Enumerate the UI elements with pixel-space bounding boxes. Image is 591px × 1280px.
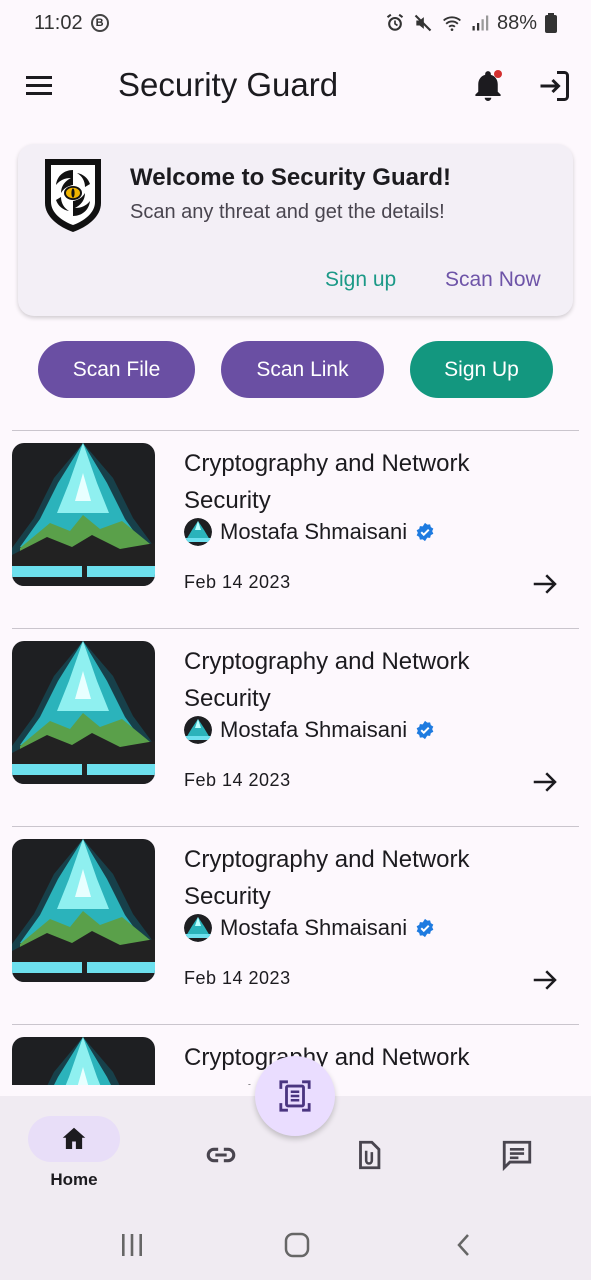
author-name: Mostafa Shmaisani	[220, 915, 408, 940]
article-list-item[interactable]: Cryptography and Network Security Mostaf…	[12, 826, 579, 1024]
app-bar: Security Guard	[0, 52, 591, 120]
article-date: Feb 14 2023	[184, 572, 291, 592]
menu-button[interactable]	[24, 72, 56, 100]
author-avatar	[184, 518, 212, 546]
status-right: 88%	[385, 12, 557, 35]
mute-icon	[414, 14, 432, 32]
verified-icon	[416, 918, 434, 938]
sign-up-button[interactable]: Sign Up	[410, 341, 553, 398]
verified-icon	[416, 522, 434, 542]
back-icon[interactable]	[451, 1232, 477, 1258]
status-bar: 11:02 B 88%	[0, 0, 591, 46]
article-author: Mostafa Shmaisani	[184, 716, 435, 744]
author-avatar	[184, 716, 212, 744]
verified-icon	[416, 720, 434, 740]
author-name: Mostafa Shmaisani	[220, 519, 408, 544]
scan-file-button[interactable]: Scan File	[38, 341, 195, 398]
home-nav-icon[interactable]	[284, 1232, 310, 1258]
logout-button[interactable]	[536, 68, 572, 104]
arrow-right-icon	[533, 574, 557, 594]
article-list: Cryptography and Network Security Mostaf…	[0, 430, 591, 1085]
nav-link-button[interactable]	[204, 1138, 238, 1172]
article-list-item[interactable]: Cryptography and Network Security Mostaf…	[12, 430, 579, 628]
nav-home-button[interactable]	[28, 1116, 120, 1162]
nav-home-label[interactable]: Home	[28, 1170, 120, 1190]
page-title: Security Guard	[118, 66, 339, 103]
article-thumbnail	[12, 443, 155, 586]
article-author: Mostafa Shmaisani	[184, 914, 435, 942]
author-avatar	[184, 914, 212, 942]
author-name: Mostafa Shmaisani	[220, 717, 408, 742]
card-scan-now-button[interactable]: Scan Now	[445, 268, 541, 292]
article-date: Feb 14 2023	[184, 770, 291, 790]
shield-logo-icon	[45, 159, 101, 232]
article-title[interactable]: Cryptography and Network Security	[184, 1039, 524, 1085]
system-navigation-bar	[0, 1210, 591, 1280]
notifications-button[interactable]	[470, 68, 506, 104]
article-date: Feb 14 2023	[184, 968, 291, 988]
link-icon	[206, 1147, 236, 1163]
document-scanner-icon	[279, 1080, 311, 1112]
recent-apps-icon[interactable]	[119, 1232, 145, 1258]
status-left: 11:02 B	[34, 12, 109, 35]
card-sign-up-button[interactable]: Sign up	[325, 268, 396, 292]
welcome-subtitle: Scan any threat and get the details!	[130, 201, 445, 223]
chat-icon	[502, 1140, 532, 1172]
arrow-right-icon	[533, 772, 557, 792]
wifi-icon	[443, 16, 461, 31]
article-thumbnail	[12, 839, 155, 982]
open-article-button[interactable]	[530, 965, 560, 995]
article-list-item[interactable]: Cryptography and Network Security Mostaf…	[12, 628, 579, 826]
status-time: 11:02	[34, 11, 83, 34]
article-title[interactable]: Cryptography and Network Security	[184, 841, 524, 915]
logout-icon	[540, 71, 569, 101]
nav-chat-button[interactable]	[500, 1138, 534, 1172]
article-thumbnail	[12, 1037, 155, 1085]
battery-icon	[545, 13, 557, 33]
alarm-icon	[386, 13, 404, 31]
b-badge-icon: B	[90, 14, 109, 32]
article-title[interactable]: Cryptography and Network Security	[184, 643, 524, 717]
hamburger-icon	[26, 76, 52, 95]
battery-text: 88%	[496, 11, 537, 34]
article-thumbnail	[12, 641, 155, 784]
welcome-card: Welcome to Security Guard! Scan any thre…	[18, 144, 573, 316]
welcome-title: Welcome to Security Guard!	[130, 164, 451, 191]
article-author: Mostafa Shmaisani	[184, 518, 435, 546]
arrow-right-icon	[533, 970, 557, 990]
open-article-button[interactable]	[530, 569, 560, 599]
nav-file-button[interactable]	[352, 1138, 386, 1172]
scan-fab-button[interactable]	[255, 1056, 335, 1136]
article-title[interactable]: Cryptography and Network Security	[184, 445, 524, 519]
scan-link-button[interactable]: Scan Link	[221, 341, 384, 398]
home-icon	[62, 1127, 86, 1149]
signal-icon	[472, 15, 489, 31]
open-article-button[interactable]	[530, 767, 560, 797]
file-icon	[359, 1140, 381, 1170]
notification-dot	[494, 70, 502, 78]
